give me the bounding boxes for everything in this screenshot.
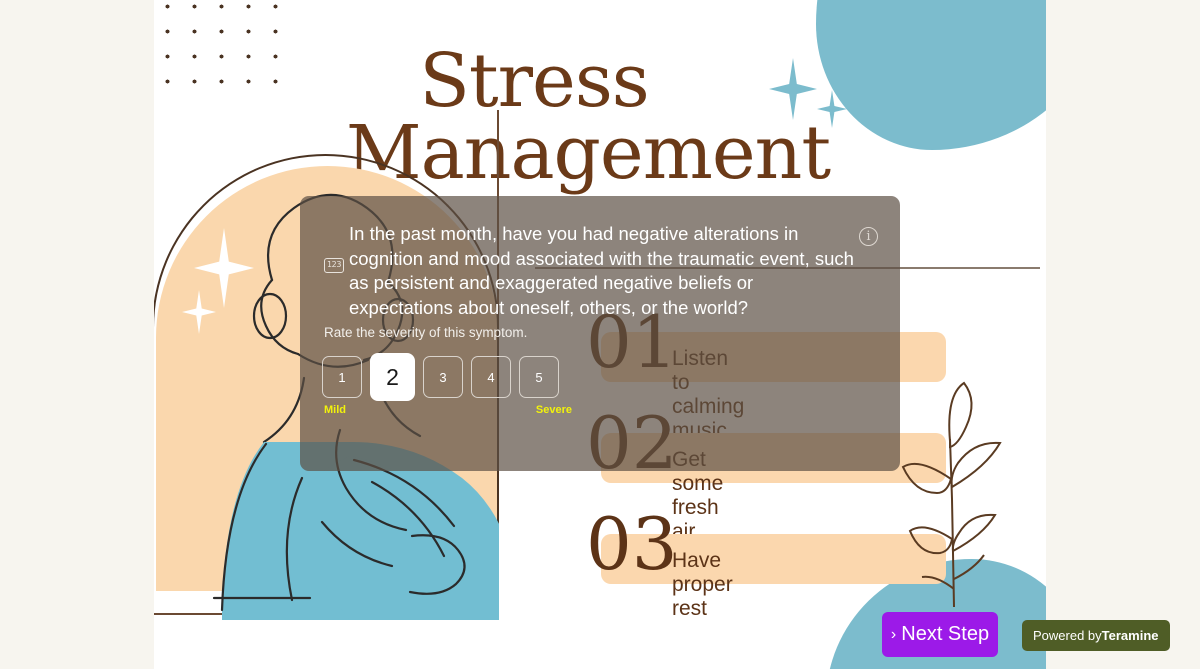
screen: Stress Management some fresh air 03 Have… [0, 0, 1200, 669]
scale-label-low: Mild [324, 404, 346, 416]
question-text: In the past month, have you had negative… [349, 223, 854, 318]
rating-options: 1 2 3 4 5 [322, 353, 559, 401]
number-input-icon: 123 [324, 258, 344, 273]
powered-by-brand: Teramine [1101, 628, 1159, 643]
info-icon[interactable]: i [859, 227, 878, 246]
scale-label-high: Severe [535, 404, 572, 416]
symptom-rating-dialog: 123 i In the past month, have you had ne… [300, 196, 900, 471]
list-item-number: 03 [586, 502, 678, 586]
rating-option-4[interactable]: 4 [471, 356, 511, 398]
chevron-right-icon: › [890, 625, 897, 643]
list-item-text: Have proper rest [672, 549, 733, 620]
rating-option-1[interactable]: 1 [322, 356, 362, 398]
next-step-button[interactable]: › Next Step [882, 612, 998, 657]
powered-by-prefix: Powered by [1033, 628, 1102, 643]
rating-option-3[interactable]: 3 [423, 356, 463, 398]
plant-leaf-illustration [901, 381, 1002, 608]
rating-option-2[interactable]: 2 [370, 353, 415, 401]
next-step-label: Next Step [901, 623, 990, 645]
rating-instruction-text: Rate the severity of this symptom. [324, 325, 528, 340]
powered-by-badge[interactable]: Powered by Teramine [1022, 620, 1170, 651]
scale-labels: Mild Severe [324, 404, 572, 416]
rating-option-5[interactable]: 5 [519, 356, 559, 398]
